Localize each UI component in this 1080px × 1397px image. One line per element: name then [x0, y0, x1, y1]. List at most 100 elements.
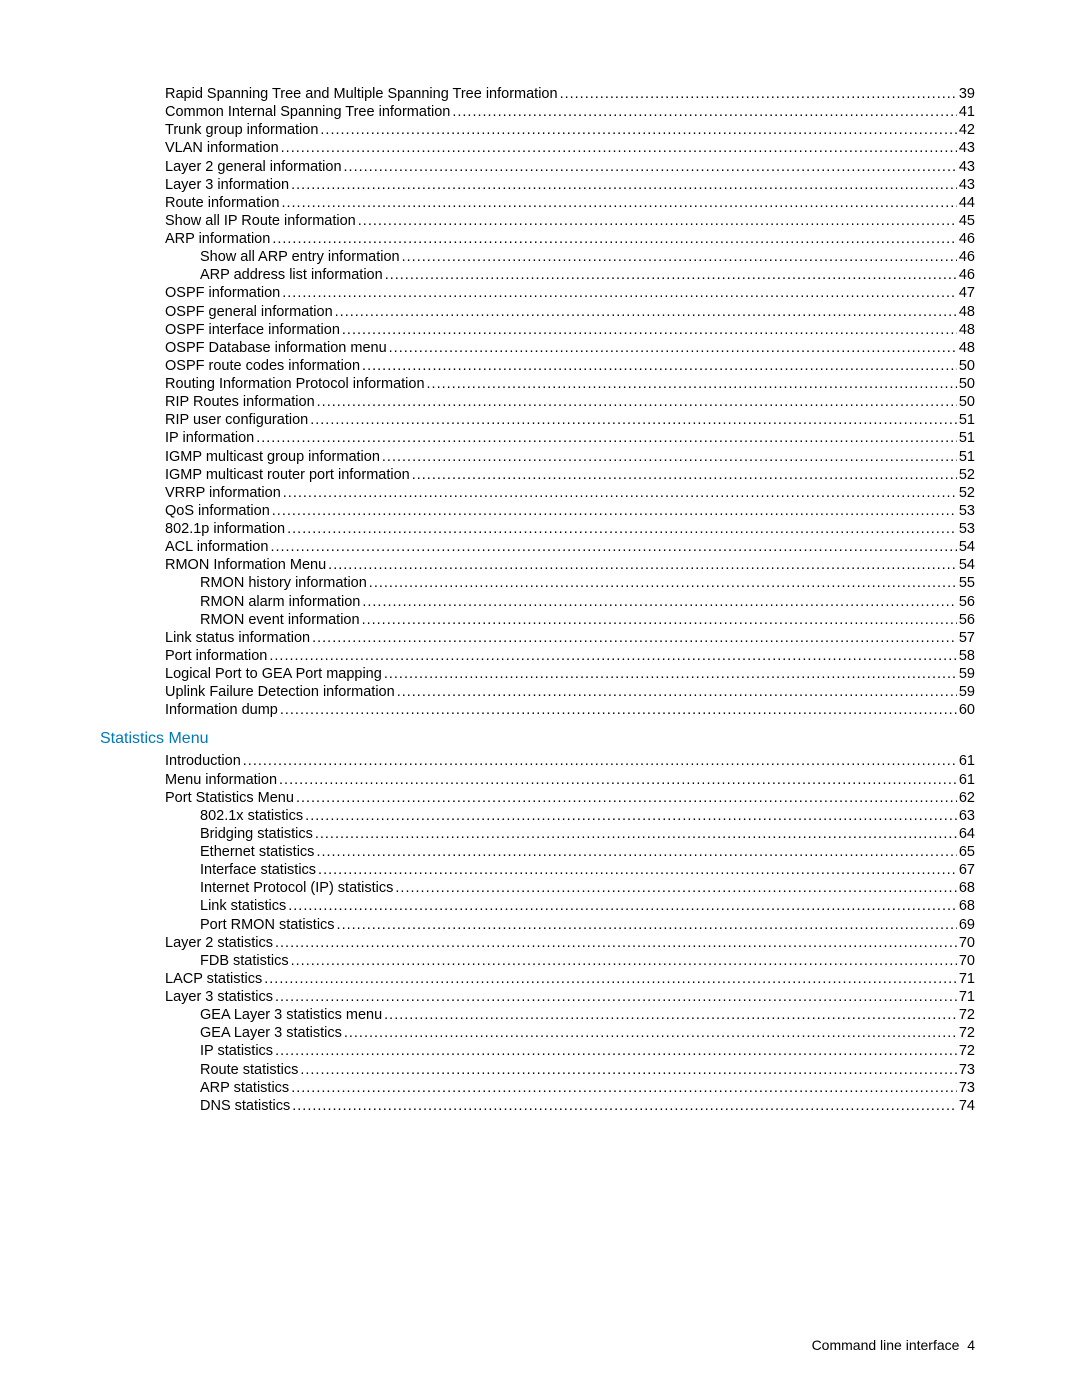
toc-leader-dots	[291, 952, 957, 970]
toc-entry[interactable]: Bridging statistics 64	[100, 825, 975, 843]
toc-entry[interactable]: ARP address list information 46	[100, 266, 975, 284]
toc-entry-page: 63	[959, 807, 975, 825]
toc-entry[interactable]: FDB statistics 70	[100, 952, 975, 970]
toc-entry[interactable]: Show all ARP entry information 46	[100, 248, 975, 266]
toc-entry[interactable]: DNS statistics 74	[100, 1097, 975, 1115]
toc-leader-dots	[362, 593, 957, 611]
toc-entry[interactable]: OSPF information 47	[100, 284, 975, 302]
toc-entry-label: Layer 2 general information	[165, 158, 342, 176]
toc-leader-dots	[264, 970, 957, 988]
toc-entry[interactable]: Common Internal Spanning Tree informatio…	[100, 103, 975, 121]
toc-entry[interactable]: Port Statistics Menu 62	[100, 789, 975, 807]
toc-entry-page: 56	[959, 593, 975, 611]
toc-leader-dots	[427, 375, 957, 393]
toc-entry[interactable]: VLAN information 43	[100, 139, 975, 157]
toc-leader-dots	[281, 194, 956, 212]
toc-entry[interactable]: Layer 3 statistics 71	[100, 988, 975, 1006]
toc-entry-label: ARP statistics	[200, 1079, 289, 1097]
toc-entry[interactable]: QoS information 53	[100, 502, 975, 520]
toc-entry[interactable]: OSPF route codes information 50	[100, 357, 975, 375]
toc-entry[interactable]: OSPF Database information menu 48	[100, 339, 975, 357]
toc-leader-dots	[395, 879, 956, 897]
toc-entry[interactable]: IP information 51	[100, 429, 975, 447]
toc-entry[interactable]: ARP statistics 73	[100, 1079, 975, 1097]
toc-leader-dots	[315, 825, 957, 843]
toc-entry[interactable]: Link status information 57	[100, 629, 975, 647]
toc-entry-label: FDB statistics	[200, 952, 289, 970]
toc-leader-dots	[270, 538, 956, 556]
toc-leader-dots	[256, 429, 957, 447]
toc-entry-page: 54	[959, 556, 975, 574]
toc-entry[interactable]: 802.1p information 53	[100, 520, 975, 538]
toc-entry-page: 57	[959, 629, 975, 647]
toc-entry-page: 39	[959, 85, 975, 103]
toc-entry[interactable]: Interface statistics 67	[100, 861, 975, 879]
toc-entry[interactable]: ARP information 46	[100, 230, 975, 248]
toc-leader-dots	[335, 303, 957, 321]
footer-page: 4	[967, 1337, 975, 1353]
toc-entry-label: Rapid Spanning Tree and Multiple Spannin…	[165, 85, 558, 103]
toc-entry[interactable]: Ethernet statistics 65	[100, 843, 975, 861]
toc-entry[interactable]: GEA Layer 3 statistics 72	[100, 1024, 975, 1042]
toc-entry[interactable]: RIP Routes information 50	[100, 393, 975, 411]
toc-entry[interactable]: Logical Port to GEA Port mapping 59	[100, 665, 975, 683]
toc-entry-page: 51	[959, 448, 975, 466]
toc-leader-dots	[384, 1006, 957, 1024]
toc-entry[interactable]: RMON Information Menu 54	[100, 556, 975, 574]
toc-entry[interactable]: Layer 2 general information 43	[100, 158, 975, 176]
toc-entry[interactable]: OSPF general information 48	[100, 303, 975, 321]
toc-entry-label: Trunk group information	[165, 121, 318, 139]
toc-entry[interactable]: Port RMON statistics 69	[100, 916, 975, 934]
toc-entry-page: 69	[959, 916, 975, 934]
toc-entry[interactable]: ACL information 54	[100, 538, 975, 556]
toc-entry-label: DNS statistics	[200, 1097, 290, 1115]
toc-entry[interactable]: Information dump 60	[100, 701, 975, 719]
toc-entry-page: 70	[959, 934, 975, 952]
toc-entry[interactable]: RMON event information 56	[100, 611, 975, 629]
toc-entry[interactable]: RIP user configuration 51	[100, 411, 975, 429]
toc-entry[interactable]: Route statistics 73	[100, 1061, 975, 1079]
toc-entry-page: 59	[959, 683, 975, 701]
toc-entry-label: Common Internal Spanning Tree informatio…	[165, 103, 450, 121]
toc-entry[interactable]: Link statistics 68	[100, 897, 975, 915]
toc-entry[interactable]: RMON history information 55	[100, 574, 975, 592]
toc-leader-dots	[275, 1042, 957, 1060]
toc-entry[interactable]: RMON alarm information 56	[100, 593, 975, 611]
toc-leader-dots	[344, 1024, 957, 1042]
toc-entry[interactable]: Introduction 61	[100, 752, 975, 770]
toc-leader-dots	[283, 484, 957, 502]
toc-entry[interactable]: Layer 2 statistics 70	[100, 934, 975, 952]
toc-entry[interactable]: Internet Protocol (IP) statistics 68	[100, 879, 975, 897]
toc-entry[interactable]: 802.1x statistics 63	[100, 807, 975, 825]
toc-leader-dots	[412, 466, 957, 484]
toc-entry[interactable]: VRRP information 52	[100, 484, 975, 502]
toc-leader-dots	[275, 934, 957, 952]
toc-entry-page: 45	[959, 212, 975, 230]
toc-entry[interactable]: Uplink Failure Detection information 59	[100, 683, 975, 701]
toc-entry[interactable]: IGMP multicast group information 51	[100, 448, 975, 466]
toc-entry[interactable]: Routing Information Protocol information…	[100, 375, 975, 393]
toc-entry[interactable]: LACP statistics 71	[100, 970, 975, 988]
toc-entry[interactable]: Show all IP Route information 45	[100, 212, 975, 230]
toc-entry[interactable]: Trunk group information 42	[100, 121, 975, 139]
toc-entry-label: Port RMON statistics	[200, 916, 335, 934]
toc-entry[interactable]: IGMP multicast router port information 5…	[100, 466, 975, 484]
toc-entry-page: 47	[959, 284, 975, 302]
toc-entry[interactable]: Port information 58	[100, 647, 975, 665]
toc-entry-label: ARP address list information	[200, 266, 383, 284]
footer-text: Command line interface	[812, 1337, 960, 1353]
toc-leader-dots	[305, 807, 957, 825]
toc-entry[interactable]: Menu information 61	[100, 771, 975, 789]
toc-entry[interactable]: GEA Layer 3 statistics menu 72	[100, 1006, 975, 1024]
toc-leader-dots	[310, 411, 957, 429]
toc-entry-page: 53	[959, 520, 975, 538]
toc-entry-label: QoS information	[165, 502, 270, 520]
toc-entry-label: Layer 3 statistics	[165, 988, 273, 1006]
toc-entry[interactable]: Layer 3 information 43	[100, 176, 975, 194]
toc-entry[interactable]: OSPF interface information 48	[100, 321, 975, 339]
toc-entry[interactable]: IP statistics 72	[100, 1042, 975, 1060]
toc-leader-dots	[280, 701, 957, 719]
toc-entry[interactable]: Route information 44	[100, 194, 975, 212]
toc-entry[interactable]: Rapid Spanning Tree and Multiple Spannin…	[100, 85, 975, 103]
toc-entry-label: Internet Protocol (IP) statistics	[200, 879, 393, 897]
